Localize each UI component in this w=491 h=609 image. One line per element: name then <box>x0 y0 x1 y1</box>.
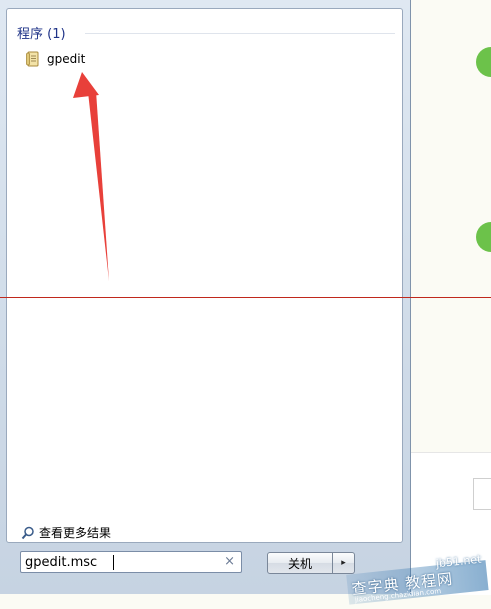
clear-search-icon[interactable]: × <box>224 554 235 569</box>
see-more-results-link[interactable]: 查看更多结果 <box>21 524 111 541</box>
annotation-horizontal-line <box>0 297 491 298</box>
search-box[interactable]: × <box>20 551 242 573</box>
text-caret <box>113 555 114 570</box>
shutdown-button[interactable]: 关机 <box>267 552 333 574</box>
group-divider <box>85 33 395 34</box>
result-label: gpedit <box>47 52 86 66</box>
shutdown-group: 关机 ▸ <box>267 552 355 574</box>
programs-group-header: 程序 (1) <box>17 27 66 42</box>
msc-document-icon <box>26 51 39 67</box>
result-item-gpedit[interactable]: gpedit <box>25 49 85 69</box>
search-results-pane: 程序 (1) gpedit 查看更多结果 <box>6 8 403 543</box>
background-input-box <box>473 478 491 510</box>
magnifier-icon <box>21 526 34 539</box>
see-more-results-label: 查看更多结果 <box>39 526 112 540</box>
search-input[interactable] <box>25 553 215 571</box>
